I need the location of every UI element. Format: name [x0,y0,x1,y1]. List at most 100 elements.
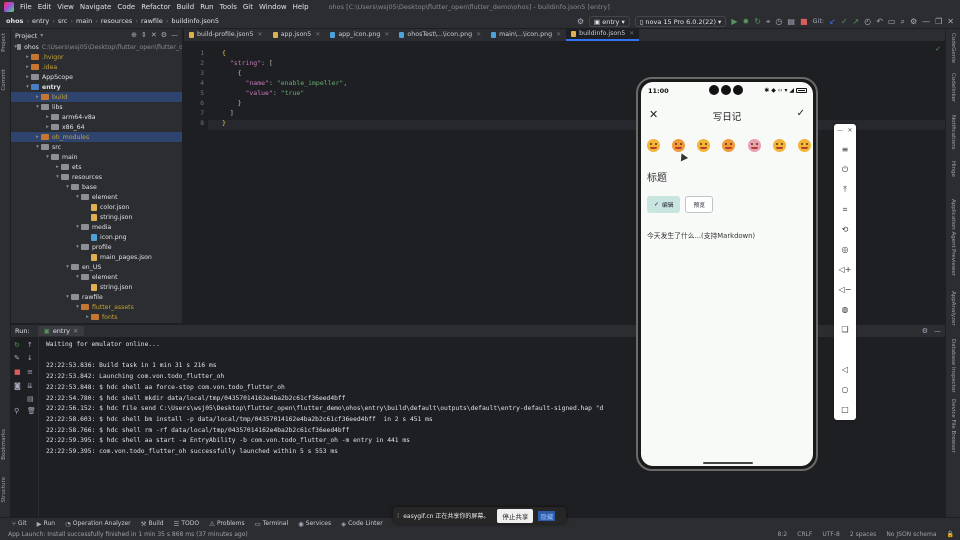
tree-item[interactable]: ▸ build [11,92,182,102]
right-strip-tab[interactable]: Codelinker [950,73,956,102]
settings-gear-icon[interactable]: ⚙ [577,17,584,26]
trash-icon[interactable]: 🗑 [27,407,36,415]
mood-angry-icon[interactable] [722,139,736,152]
tree-item[interactable]: ▾ flutter_assets [11,302,182,312]
tree-item[interactable]: ▾ resources [11,172,182,182]
file-encoding[interactable]: UTF-8 [822,531,840,538]
breadcrumb-item[interactable]: main [76,17,92,25]
drag-handle-icon[interactable]: ⁞ [397,512,399,520]
chevron-right-icon[interactable]: ▸ [34,94,41,100]
tree-item[interactable]: ▾ en_US [11,262,182,272]
stop-sharing-button[interactable]: 停止共享 [497,508,534,523]
restore-window-icon[interactable]: ❐ [935,17,942,26]
tree-item[interactable]: ▾ libs [11,102,182,112]
scroll-down-icon[interactable]: ↓ [27,354,33,362]
profile-icon[interactable]: ◷ [775,17,782,26]
chevron-down-icon[interactable]: ▾ [44,154,51,160]
chevron-right-icon[interactable]: ▸ [44,124,51,130]
chevron-down-icon[interactable]: ▾ [74,194,81,200]
emu-volume-down-icon[interactable]: ◁− [834,286,856,294]
chevron-right-icon[interactable]: ▸ [44,114,51,120]
editor-tab[interactable]: buildinfo.json5 ✕ [566,28,640,41]
coverage-icon[interactable]: ▤ [787,17,795,26]
menu-window[interactable]: Window [259,3,287,11]
rerun-icon[interactable]: ↻ [14,341,20,349]
emu-recents-icon[interactable]: □ [834,406,856,414]
emu-crop-icon[interactable]: ⌗ [834,206,856,214]
chevron-down-icon[interactable]: ▾ [54,174,61,180]
hide-panel-icon[interactable]: — [171,31,178,39]
chevron-down-icon[interactable]: ▾ [74,244,81,250]
tree-item[interactable]: ▸ ets [11,162,182,172]
edit-mode-button[interactable]: ✓ 编辑 [647,196,681,213]
right-strip-tab[interactable]: CodeGenie [950,33,956,63]
tree-item[interactable]: ▾ src [11,142,182,152]
chevron-down-icon[interactable]: ▾ [74,224,81,230]
tree-item[interactable]: ▾ media [11,222,182,232]
scroll-end-icon[interactable]: ⇊ [27,382,33,390]
menu-refactor[interactable]: Refactor [141,3,170,11]
editor-tab[interactable]: app.json5 ✕ [268,28,326,41]
editor-tab[interactable]: app_icon.png ✕ [325,28,394,41]
breadcrumb-item[interactable]: rawfile [141,17,163,25]
chevron-down-icon[interactable]: ▾ [24,84,31,90]
stop-run-icon[interactable]: ■ [14,368,21,376]
run-tab-entry[interactable]: ▣ entry ✕ [37,326,85,336]
tree-item[interactable]: icon.png [11,232,182,242]
chevron-down-icon[interactable]: ▾ [74,274,81,280]
menu-build[interactable]: Build [177,3,195,11]
tree-item[interactable]: ▾ rawfile [11,292,182,302]
editor-tab[interactable]: main\...\icon.png ✕ [486,28,566,41]
editor-tab[interactable]: ohosTest\...\icon.png ✕ [394,28,486,41]
scroll-up-icon[interactable]: ↑ [27,341,33,349]
right-strip-tab[interactable]: Application Agent [950,199,956,248]
save-check-icon[interactable]: ✓ [797,108,805,119]
emu-back-icon[interactable]: ◁ [834,366,856,374]
tree-item[interactable]: string.json [11,282,182,292]
json-schema[interactable]: No JSON schema [886,531,936,538]
chevron-down-icon[interactable]: ▾ [40,32,43,39]
chevron-right-icon[interactable]: ▸ [24,54,31,60]
caret-position[interactable]: 8:2 [778,531,788,538]
tree-item[interactable]: color.json [11,202,182,212]
tree-item[interactable]: ▸ AppScope [11,72,182,82]
git-commit-icon[interactable]: ✓ [841,17,848,26]
run-config-select[interactable]: ▣ entry ▾ [588,16,630,27]
chevron-down-icon[interactable]: ▾ [64,184,71,190]
menu-view[interactable]: View [57,3,74,11]
breadcrumb-item[interactable]: resources [101,17,133,25]
close-tab-icon[interactable]: ✕ [556,31,561,38]
right-strip-tab[interactable]: Previewer [950,249,956,276]
run-panel-hide-icon[interactable]: — [934,327,941,335]
commit-strip-tab[interactable]: Commit [1,69,7,91]
menu-edit[interactable]: Edit [38,3,52,11]
right-strip-tab[interactable]: AppAnalyzer [950,291,956,326]
hide-share-button[interactable]: 隐藏 [538,510,556,521]
structure-strip-tab[interactable]: Structure [1,477,7,503]
breadcrumb-item[interactable]: buildinfo.json5 [171,17,219,25]
menu-tools[interactable]: Tools [220,3,237,11]
breadcrumb-item[interactable]: entry [32,17,49,25]
run-icon[interactable]: ▶ [731,17,737,26]
tree-item[interactable]: ▾ element [11,192,182,202]
close-tab-icon[interactable]: ✕ [476,31,481,38]
lock-icon[interactable]: 🔓 [947,531,954,538]
mood-love-icon[interactable] [672,139,686,152]
git-history-icon[interactable]: ◴ [864,17,871,26]
emu-location-icon[interactable]: ◎ [834,246,856,254]
emu-home-icon[interactable]: ○ [834,386,856,394]
tool-window-git[interactable]: ⑂ Git [12,520,27,528]
emu-reset-icon[interactable]: ⟲ [834,226,856,234]
tool-window-run[interactable]: ▶ Run [37,520,56,528]
tool-window-operation-analyzer[interactable]: ◔ Operation Analyzer [65,520,131,528]
menu-run[interactable]: Run [200,3,213,11]
emu-power-icon[interactable]: ⏻ [834,166,856,174]
tree-item[interactable]: ▸ .idea [11,62,182,72]
git-rollback-icon[interactable]: ↶ [876,17,883,26]
tool-window-build[interactable]: ⚒ Build [141,520,164,528]
right-strip-tab[interactable]: Notifications [950,115,956,149]
close-window-icon[interactable]: ✕ [947,17,954,26]
ide-settings-icon[interactable]: ⚙ [910,17,917,26]
diary-body-input[interactable]: 今天发生了什么...(支持Markdown) [647,230,755,240]
menu-file[interactable]: File [20,3,32,11]
